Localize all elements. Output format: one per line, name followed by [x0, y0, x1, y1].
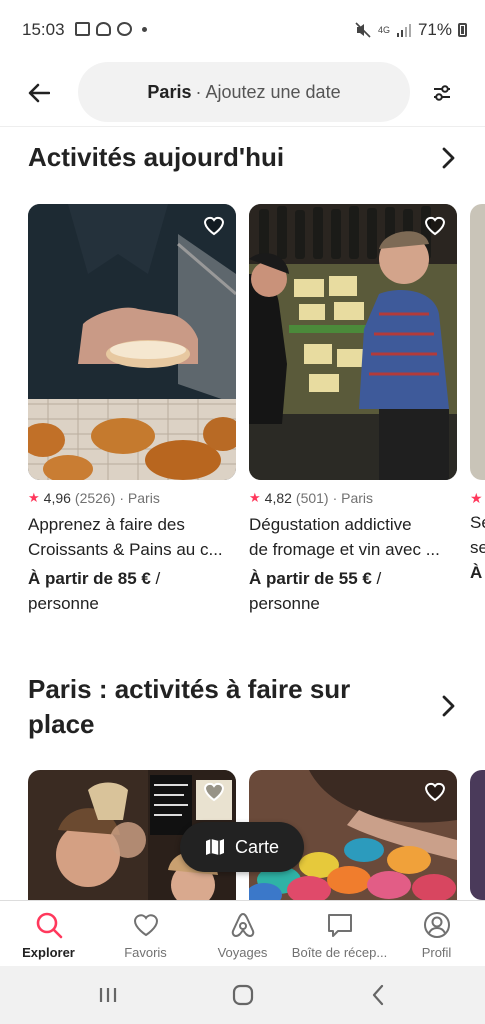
heart-icon [133, 914, 158, 937]
activity-photo-cheese-wine[interactable] [249, 204, 457, 480]
battery-percent: 71% [417, 20, 452, 39]
search-icon [36, 912, 62, 939]
tab-inbox[interactable]: Boîte de récep... [291, 901, 388, 967]
price-value: À partir de 55 € [249, 569, 372, 588]
filter-icon [434, 85, 450, 101]
tab-label: Explorer [22, 945, 75, 960]
chevron-right-icon[interactable] [436, 146, 460, 170]
section-title-today: Activités aujourd'hui [28, 142, 285, 172]
activity-photo-croissants[interactable] [28, 204, 236, 480]
activity-title-line: de fromage et vin avec ... [249, 540, 440, 559]
section-title-line: Paris : activités à faire sur [28, 674, 351, 704]
star-icon: ★ [28, 490, 40, 505]
peek-title: Se se À [470, 510, 485, 585]
activity-card-peek[interactable] [470, 770, 485, 900]
map-button-label: Carte [234, 836, 279, 857]
price-separator: / [150, 569, 161, 588]
location: · Paris [119, 490, 160, 506]
activity-card[interactable]: ★ 4,82 (501) · Paris Dégustation addicti… [249, 204, 457, 616]
image-icon [75, 22, 90, 36]
activity-card[interactable]: ★ 4,96 (2526) · Paris Apprenez à faire d… [28, 204, 236, 616]
activity-price: À partir de 55 € / personne [249, 566, 457, 616]
activity-card-peek[interactable]: ★ Se se À [470, 204, 485, 614]
activity-title: Apprenez à faire des Croissants & Pains … [28, 512, 236, 562]
peek-title-line: Se [470, 513, 485, 532]
price-separator: / [371, 569, 382, 588]
network-type: 4G [377, 24, 390, 35]
tab-favoris[interactable]: Favoris [97, 901, 194, 967]
rating-value: 4,82 [264, 490, 292, 506]
top-bar: Paris · Ajoutez une date [0, 60, 485, 127]
peek-title-line: se [470, 538, 485, 557]
price-value: À partir de 85 € [28, 569, 151, 588]
heart-icon[interactable] [202, 214, 226, 236]
price-unit: personne [28, 594, 99, 613]
cheese-wine-photo [249, 204, 457, 480]
filter-button[interactable] [425, 76, 459, 110]
tab-label: Voyages [217, 945, 268, 960]
rating: ★ 4,96 (2526) · Paris [28, 490, 236, 506]
peek-price: À [470, 563, 483, 582]
bottom-tab-bar: Explorer Favoris Voyages Boîte de récep.… [0, 900, 485, 967]
tab-profil[interactable]: Profil [388, 901, 485, 967]
status-time: 15:03 [22, 20, 65, 39]
search-date-hint: · Ajoutez une date [195, 81, 341, 102]
star-icon: ★ [470, 490, 483, 506]
tab-explorer[interactable]: Explorer [0, 901, 97, 967]
activity-title-line: Apprenez à faire des [28, 515, 185, 534]
rating-value: 4,96 [43, 490, 71, 506]
battery-icon [458, 23, 467, 37]
star-icon: ★ [249, 490, 261, 505]
activity-title-line: Dégustation addictive [249, 515, 412, 534]
home-icon[interactable] [232, 984, 254, 1006]
back-button[interactable] [22, 76, 56, 110]
mute-icon [355, 22, 371, 38]
airbnb-logo-icon [231, 912, 254, 938]
section-title-line: place [28, 709, 95, 739]
message-icon [327, 914, 352, 937]
search-pill[interactable]: Paris · Ajoutez une date [78, 62, 410, 122]
price-unit: personne [249, 594, 320, 613]
more-notifications-icon [142, 27, 147, 32]
tab-label: Profil [421, 945, 452, 960]
location: · Paris [332, 490, 374, 506]
app-icon [117, 22, 132, 36]
review-count: (2526) [74, 490, 116, 506]
heart-icon[interactable] [202, 780, 226, 802]
chevron-right-icon[interactable] [436, 694, 460, 718]
review-count: (501) [295, 490, 329, 506]
activity-photo-peek [470, 204, 485, 480]
map-icon [205, 839, 224, 855]
system-nav-bar [0, 966, 485, 1024]
tab-voyages[interactable]: Voyages [194, 901, 291, 967]
tab-label: Favoris [124, 945, 167, 960]
search-city: Paris [147, 81, 192, 102]
recent-apps-icon[interactable] [98, 986, 118, 1004]
activity-photo-peek [470, 770, 485, 900]
heart-icon[interactable] [423, 780, 447, 802]
signal-icon [396, 24, 411, 37]
profile-icon [423, 912, 450, 938]
heart-icon[interactable] [423, 214, 447, 236]
status-notification-icons [75, 22, 147, 36]
arrow-left-icon [28, 83, 50, 103]
rating: ★ 4,82 (501) · Paris [249, 490, 457, 506]
tab-label: Boîte de récep... [291, 945, 388, 960]
activity-title: Dégustation addictive de fromage et vin … [249, 512, 457, 562]
map-button[interactable]: Carte [180, 822, 304, 872]
snapchat-icon [96, 22, 111, 36]
activity-price: À partir de 85 € / personne [28, 566, 236, 616]
status-bar: 15:03 4G 71% [0, 0, 485, 60]
activity-title-line: Croissants & Pains au c... [28, 540, 223, 559]
section-title-paris: Paris : activités à faire sur place [28, 672, 350, 742]
croissant-photo [28, 204, 236, 480]
status-right: 4G 71% [354, 20, 467, 40]
back-nav-icon[interactable] [370, 984, 386, 1006]
